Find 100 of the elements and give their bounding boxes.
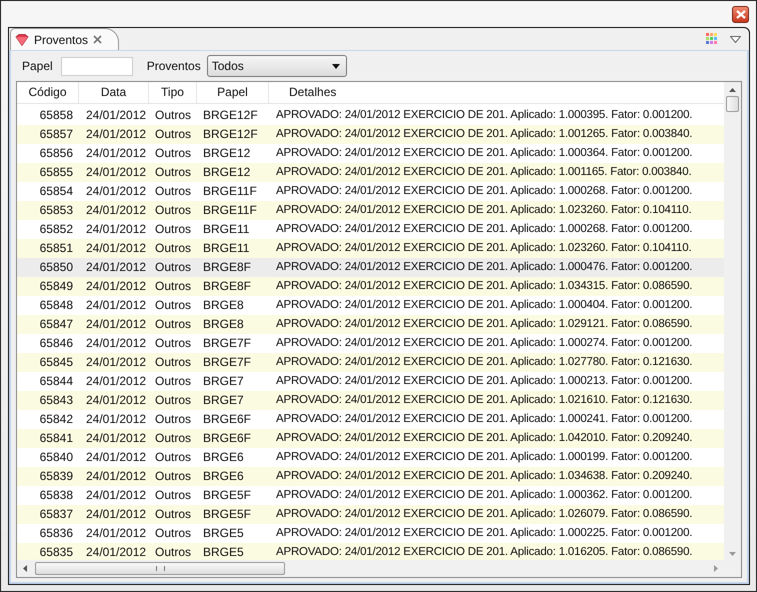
table-cell-text: 65846 <box>38 335 74 352</box>
table-row[interactable]: 65854 24/01/2012 Outros BRGE11F APROVADO: 24/01/2012 EXERCICIO DE 201. Aplicado: 1.000268. Fator: 0.001200. <box>17 182 724 201</box>
table-row[interactable]: 65839 24/01/2012 Outros BRGE6 APROVADO: 24/01/2012 EXERCICIO DE 201. Aplicado: 1.034638. Fator: 0.209240. <box>17 467 724 486</box>
table-row[interactable]: 65845 24/01/2012 Outros BRGE7F APROVADO: 24/01/2012 EXERCICIO DE 201. Aplicado: 1.027780. Fator: 0.121630. <box>17 353 724 372</box>
table-row[interactable]: 65858 24/01/2012 Outros BRGE12F APROVADO: 24/01/2012 EXERCICIO DE 201. Aplicado: 1.000395. Fator: 0.001200. <box>17 106 724 125</box>
table-cell-text: 65835 <box>38 544 74 560</box>
table-cell-text: BRGE8 <box>202 316 245 333</box>
table-cell-text: 24/01/2012 <box>85 221 148 238</box>
table-cell-text: 24/01/2012 <box>85 525 148 542</box>
table-cell-text: Outros <box>154 221 192 238</box>
table-cell-text: Outros <box>154 297 192 314</box>
table-cell-text: Outros <box>154 126 192 143</box>
table-cell-text: APROVADO: 24/01/2012 EXERCICIO DE 201. Aplicado: 1.021610. Fator: 0.121630. <box>275 393 694 408</box>
table-cell-text: 24/01/2012 <box>85 164 148 181</box>
scroll-right-icon[interactable] <box>714 565 718 572</box>
close-icon[interactable] <box>93 35 102 44</box>
table-row[interactable]: 65838 24/01/2012 Outros BRGE5F APROVADO: 24/01/2012 EXERCICIO DE 201. Aplicado: 1.000362. Fator: 0.001200. <box>17 486 724 505</box>
table-cell-text: BRGE12F <box>202 126 259 143</box>
table-cell-text: 65836 <box>38 525 74 542</box>
papel-label: Papel <box>22 59 53 73</box>
table-row[interactable]: 65843 24/01/2012 Outros BRGE7 APROVADO: 24/01/2012 EXERCICIO DE 201. Aplicado: 1.021610. Fator: 0.121630. <box>17 391 724 410</box>
scrollbar-thumb[interactable] <box>726 96 739 112</box>
table-cell-text: BRGE12F <box>202 107 259 124</box>
table-cell-text: 24/01/2012 <box>85 354 148 371</box>
table-cell-text: 65845 <box>38 354 74 371</box>
table-cell-text: 24/01/2012 <box>85 107 148 124</box>
table-cell-text: 65838 <box>38 487 74 504</box>
table-row[interactable]: 65836 24/01/2012 Outros BRGE5 APROVADO: 24/01/2012 EXERCICIO DE 201. Aplicado: 1.000225. Fator: 0.001200. <box>17 524 724 543</box>
table-row[interactable]: 65842 24/01/2012 Outros BRGE6F APROVADO: 24/01/2012 EXERCICIO DE 201. Aplicado: 1.000241. Fator: 0.001200. <box>17 410 724 429</box>
column-header[interactable]: Detalhes <box>269 82 724 103</box>
table-cell-text: 65844 <box>38 373 74 390</box>
column-header[interactable]: Data <box>79 82 149 103</box>
table-cell-text: Outros <box>154 240 192 257</box>
table-row[interactable]: 65841 24/01/2012 Outros BRGE6F APROVADO: 24/01/2012 EXERCICIO DE 201. Aplicado: 1.042010. Fator: 0.209240. <box>17 429 724 448</box>
scroll-left-icon[interactable] <box>23 565 27 572</box>
table-cell-text: 24/01/2012 <box>85 487 148 504</box>
table-cell-text: 24/01/2012 <box>85 506 148 523</box>
table-row[interactable]: 65850 24/01/2012 Outros BRGE8F APROVADO: 24/01/2012 EXERCICIO DE 201. Aplicado: 1.000476. Fator: 0.001200. <box>17 258 724 277</box>
table-cell-text: 65841 <box>38 430 74 447</box>
table-cell-text: BRGE7 <box>202 392 245 409</box>
table-row[interactable]: 65844 24/01/2012 Outros BRGE7 APROVADO: 24/01/2012 EXERCICIO DE 201. Aplicado: 1.000213. Fator: 0.001200. <box>17 372 724 391</box>
table-row[interactable]: 65847 24/01/2012 Outros BRGE8 APROVADO: 24/01/2012 EXERCICIO DE 201. Aplicado: 1.029121. Fator: 0.086590. <box>17 315 724 334</box>
column-header[interactable]: Tipo <box>149 82 197 103</box>
table-cell-text: APROVADO: 24/01/2012 EXERCICIO DE 201. Aplicado: 1.034315. Fator: 0.086590. <box>275 279 694 294</box>
table-cell-text: 24/01/2012 <box>85 544 148 560</box>
table-cell-text: Outros <box>154 278 192 295</box>
vertical-scrollbar[interactable] <box>724 82 741 577</box>
table-row[interactable]: 65855 24/01/2012 Outros BRGE12 APROVADO: 24/01/2012 EXERCICIO DE 201. Aplicado: 1.001165. Fator: 0.003840. <box>17 163 724 182</box>
table-row[interactable]: 65837 24/01/2012 Outros BRGE5F APROVADO: 24/01/2012 EXERCICIO DE 201. Aplicado: 1.026079. Fator: 0.086590. <box>17 505 724 524</box>
close-button[interactable] <box>732 6 749 22</box>
table-cell-text: 24/01/2012 <box>85 411 148 428</box>
table-row[interactable]: 65857 24/01/2012 Outros BRGE12F APROVADO: 24/01/2012 EXERCICIO DE 201. Aplicado: 1.001265. Fator: 0.003840. <box>17 125 724 144</box>
table-row[interactable]: 65853 24/01/2012 Outros BRGE11F APROVADO: 24/01/2012 EXERCICIO DE 201. Aplicado: 1.023260. Fator: 0.104110. <box>17 201 724 220</box>
column-header[interactable]: Código <box>17 82 79 103</box>
table-cell-text: APROVADO: 24/01/2012 EXERCICIO DE 201. Aplicado: 1.001165. Fator: 0.003840. <box>275 165 692 180</box>
view-tab[interactable]: Proventos <box>10 28 120 50</box>
table-cell-text: Outros <box>154 373 192 390</box>
table-cell-text: 65843 <box>38 392 74 409</box>
scroll-up-icon[interactable] <box>729 88 736 92</box>
grid-icon[interactable] <box>706 33 718 45</box>
table-cell-text: APROVADO: 24/01/2012 EXERCICIO DE 201. Aplicado: 1.000274. Fator: 0.001200. <box>275 336 694 351</box>
view-menu-icon[interactable] <box>730 36 741 42</box>
horizontal-scrollbar[interactable] <box>17 560 724 577</box>
table-cell-text: BRGE11 <box>202 240 250 257</box>
table-cell-text: 24/01/2012 <box>85 297 148 314</box>
table-row[interactable]: 65840 24/01/2012 Outros BRGE6 APROVADO: 24/01/2012 EXERCICIO DE 201. Aplicado: 1.000199. Fator: 0.001200. <box>17 448 724 467</box>
table-row[interactable]: 65835 24/01/2012 Outros BRGE5 APROVADO: 24/01/2012 EXERCICIO DE 201. Aplicado: 1.016205. Fator: 0.086590. <box>17 543 724 560</box>
table-cell-text: BRGE7F <box>202 335 252 352</box>
table-cell-text: APROVADO: 24/01/2012 EXERCICIO DE 201. Aplicado: 1.001265. Fator: 0.003840. <box>275 127 694 142</box>
proventos-label: Proventos <box>146 59 201 73</box>
table-cell-text: APROVADO: 24/01/2012 EXERCICIO DE 201. Aplicado: 1.000199. Fator: 0.001200. <box>275 450 694 465</box>
table-cell-text: APROVADO: 24/01/2012 EXERCICIO DE 201. Aplicado: 1.000268. Fator: 0.001200. <box>275 222 694 237</box>
table-cell-text: 24/01/2012 <box>85 392 148 409</box>
table-cell-text: 65858 <box>38 107 74 124</box>
table-row[interactable]: 65849 24/01/2012 Outros BRGE8F APROVADO: 24/01/2012 EXERCICIO DE 201. Aplicado: 1.034315. Fator: 0.086590. <box>17 277 724 296</box>
table-row[interactable]: 65856 24/01/2012 Outros BRGE12 APROVADO: 24/01/2012 EXERCICIO DE 201. Aplicado: 1.000364. Fator: 0.001200. <box>17 144 724 163</box>
table-row[interactable]: 65846 24/01/2012 Outros BRGE7F APROVADO: 24/01/2012 EXERCICIO DE 201. Aplicado: 1.000274. Fator: 0.001200. <box>17 334 724 353</box>
table-cell-text: APROVADO: 24/01/2012 EXERCICIO DE 201. Aplicado: 1.000225. Fator: 0.001200. <box>275 526 694 541</box>
column-header[interactable]: Papel <box>197 82 269 103</box>
scroll-down-icon[interactable] <box>729 552 736 556</box>
papel-field[interactable] <box>60 56 133 76</box>
table-cell-text: BRGE11 <box>202 221 250 238</box>
table-cell-text: Outros <box>154 202 192 219</box>
table-row[interactable]: 65852 24/01/2012 Outros BRGE11 APROVADO: 24/01/2012 EXERCICIO DE 201. Aplicado: 1.000268. Fator: 0.001200. <box>17 220 724 239</box>
table-cell-text: Outros <box>154 354 192 371</box>
table-cell-text: 65849 <box>38 278 74 295</box>
table-cell-text: Outros <box>154 107 192 124</box>
scrollbar-thumb[interactable] <box>35 562 285 575</box>
table-cell-text: BRGE5F <box>202 487 252 504</box>
proventos-dropdown[interactable]: Todos <box>206 55 347 77</box>
table-row[interactable]: 65848 24/01/2012 Outros BRGE8 APROVADO: 24/01/2012 EXERCICIO DE 201. Aplicado: 1.000404. Fator: 0.001200. <box>17 296 724 315</box>
table-row[interactable]: 65851 24/01/2012 Outros BRGE11 APROVADO: 24/01/2012 EXERCICIO DE 201. Aplicado: 1.023260. Fator: 0.104110. <box>17 239 724 258</box>
table-cell-text: 65851 <box>38 240 74 257</box>
table-cell-text: Outros <box>154 487 192 504</box>
table-cell-text: APROVADO: 24/01/2012 EXERCICIO DE 201. Aplicado: 1.000362. Fator: 0.001200. <box>275 488 694 503</box>
table-cell-text: APROVADO: 24/01/2012 EXERCICIO DE 201. Aplicado: 1.026079. Fator: 0.086590. <box>275 507 694 522</box>
table-cell-text: 65848 <box>38 297 74 314</box>
table-cell-text: BRGE5 <box>202 525 245 542</box>
table-cell-text: Outros <box>154 544 192 560</box>
table-cell-text: 24/01/2012 <box>85 449 148 466</box>
